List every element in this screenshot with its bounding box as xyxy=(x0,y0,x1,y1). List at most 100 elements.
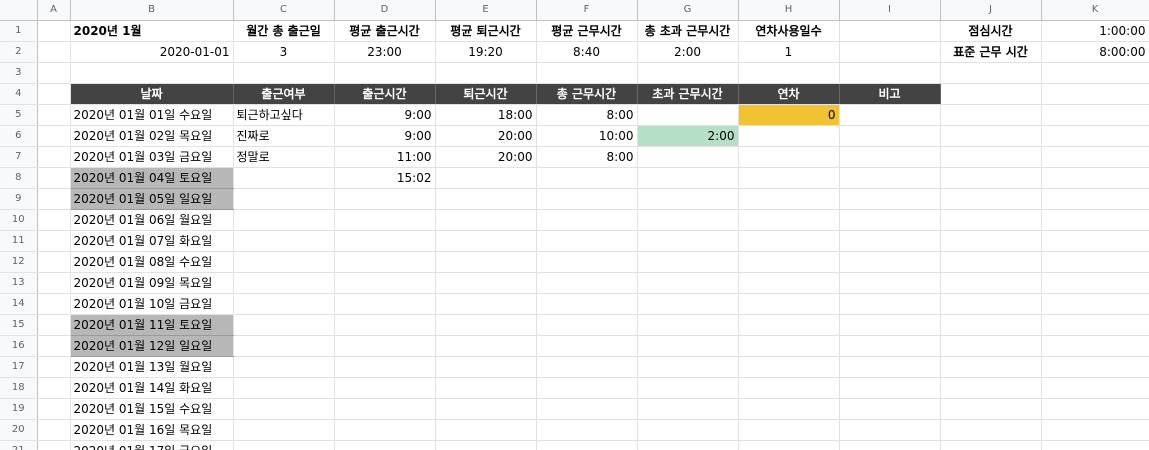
summary-header-cell[interactable]: 연차사용일수 xyxy=(738,20,840,42)
overtime-cell[interactable] xyxy=(637,377,739,399)
clock-out-cell[interactable] xyxy=(435,251,537,273)
attendance-cell[interactable]: 퇴근하고싶다 xyxy=(233,104,335,126)
date-cell[interactable]: 2020년 01월 09일 목요일 xyxy=(70,272,234,294)
clock-out-cell[interactable] xyxy=(435,293,537,315)
cell[interactable] xyxy=(1041,377,1149,399)
cell[interactable] xyxy=(37,146,71,168)
table-header-leave[interactable]: 연차 xyxy=(738,83,840,105)
lunch-label-cell[interactable]: 점심시간 xyxy=(940,20,1042,42)
total-hours-cell[interactable] xyxy=(536,230,638,252)
overtime-cell[interactable] xyxy=(637,104,739,126)
cell[interactable] xyxy=(1041,356,1149,378)
cell[interactable] xyxy=(1041,209,1149,231)
summary-header-cell[interactable]: 월간 총 출근일 xyxy=(233,20,335,42)
attendance-cell[interactable] xyxy=(233,398,335,420)
clock-in-cell[interactable] xyxy=(334,314,436,336)
cell[interactable] xyxy=(1041,335,1149,357)
cell[interactable] xyxy=(637,62,739,84)
cell[interactable] xyxy=(940,167,1042,189)
column-header-f[interactable]: F xyxy=(536,0,638,21)
column-header-k[interactable]: K xyxy=(1041,0,1149,21)
note-cell[interactable] xyxy=(839,440,941,450)
date-cell[interactable]: 2020년 01월 08일 수요일 xyxy=(70,251,234,273)
cell[interactable] xyxy=(37,83,71,105)
date-cell[interactable]: 2020년 01월 06일 월요일 xyxy=(70,209,234,231)
row-number[interactable]: 2 xyxy=(0,41,38,63)
attendance-cell[interactable] xyxy=(233,356,335,378)
cell[interactable] xyxy=(37,314,71,336)
note-cell[interactable] xyxy=(839,188,941,210)
clock-in-cell[interactable] xyxy=(334,230,436,252)
cell[interactable] xyxy=(37,356,71,378)
cell[interactable] xyxy=(1041,167,1149,189)
clock-out-cell[interactable]: 18:00 xyxy=(435,104,537,126)
row-number[interactable]: 7 xyxy=(0,146,38,168)
total-hours-cell[interactable] xyxy=(536,188,638,210)
cell[interactable] xyxy=(940,398,1042,420)
cell[interactable] xyxy=(1041,440,1149,450)
clock-out-cell[interactable] xyxy=(435,440,537,450)
summary-value-cell[interactable]: 19:20 xyxy=(435,41,537,63)
overtime-cell[interactable] xyxy=(637,146,739,168)
note-cell[interactable] xyxy=(839,314,941,336)
note-cell[interactable] xyxy=(839,356,941,378)
clock-in-cell[interactable] xyxy=(334,356,436,378)
clock-in-cell[interactable] xyxy=(334,335,436,357)
row-number[interactable]: 19 xyxy=(0,398,38,420)
column-header-c[interactable]: C xyxy=(233,0,335,21)
clock-in-cell[interactable] xyxy=(334,398,436,420)
clock-out-cell[interactable] xyxy=(435,188,537,210)
summary-header-cell[interactable]: 평균 출근시간 xyxy=(334,20,436,42)
attendance-cell[interactable] xyxy=(233,314,335,336)
row-number[interactable]: 17 xyxy=(0,356,38,378)
clock-out-cell[interactable] xyxy=(435,398,537,420)
cell[interactable] xyxy=(37,440,71,450)
total-hours-cell[interactable] xyxy=(536,440,638,450)
date-cell[interactable]: 2020년 01월 15일 수요일 xyxy=(70,398,234,420)
leave-cell[interactable]: 0 xyxy=(738,104,840,126)
attendance-cell[interactable]: 정말로 xyxy=(233,146,335,168)
cell[interactable] xyxy=(435,62,537,84)
total-hours-cell[interactable] xyxy=(536,293,638,315)
table-header-total-hours[interactable]: 총 근무시간 xyxy=(536,83,638,105)
cell[interactable] xyxy=(1041,188,1149,210)
cell[interactable] xyxy=(37,272,71,294)
std-hours-value-cell[interactable]: 8:00:00 xyxy=(1041,41,1149,63)
cell[interactable] xyxy=(940,293,1042,315)
overtime-cell[interactable] xyxy=(637,188,739,210)
clock-in-cell[interactable]: 15:02 xyxy=(334,167,436,189)
cell[interactable] xyxy=(37,62,71,84)
column-header-d[interactable]: D xyxy=(334,0,436,21)
cell[interactable] xyxy=(1041,83,1149,105)
overtime-cell[interactable] xyxy=(637,440,739,450)
leave-cell[interactable] xyxy=(738,146,840,168)
total-hours-cell[interactable] xyxy=(536,377,638,399)
clock-in-cell[interactable] xyxy=(334,377,436,399)
clock-out-cell[interactable] xyxy=(435,377,537,399)
leave-cell[interactable] xyxy=(738,209,840,231)
note-cell[interactable] xyxy=(839,125,941,147)
total-hours-cell[interactable] xyxy=(536,335,638,357)
note-cell[interactable] xyxy=(839,335,941,357)
cell[interactable] xyxy=(1041,230,1149,252)
spreadsheet[interactable]: A B C D E F G H I J K 1 2020년 1월 월간 총 출근… xyxy=(0,0,1149,450)
note-cell[interactable] xyxy=(839,167,941,189)
cell[interactable] xyxy=(1041,104,1149,126)
cell[interactable] xyxy=(37,209,71,231)
leave-cell[interactable] xyxy=(738,419,840,441)
leave-cell[interactable] xyxy=(738,125,840,147)
summary-value-cell[interactable]: 2:00 xyxy=(637,41,739,63)
note-cell[interactable] xyxy=(839,104,941,126)
date-cell[interactable]: 2020년 01월 01일 수요일 xyxy=(70,104,234,126)
clock-in-cell[interactable] xyxy=(334,209,436,231)
note-cell[interactable] xyxy=(839,377,941,399)
date-cell[interactable]: 2020년 01월 12일 일요일 xyxy=(70,335,234,357)
start-date-cell[interactable]: 2020-01-01 xyxy=(70,41,234,63)
cell[interactable] xyxy=(334,62,436,84)
cell[interactable] xyxy=(940,272,1042,294)
table-header-note[interactable]: 비고 xyxy=(839,83,941,105)
cell[interactable] xyxy=(839,62,941,84)
date-cell[interactable]: 2020년 01월 16일 목요일 xyxy=(70,419,234,441)
cell[interactable] xyxy=(1041,146,1149,168)
date-cell[interactable]: 2020년 01월 07일 화요일 xyxy=(70,230,234,252)
